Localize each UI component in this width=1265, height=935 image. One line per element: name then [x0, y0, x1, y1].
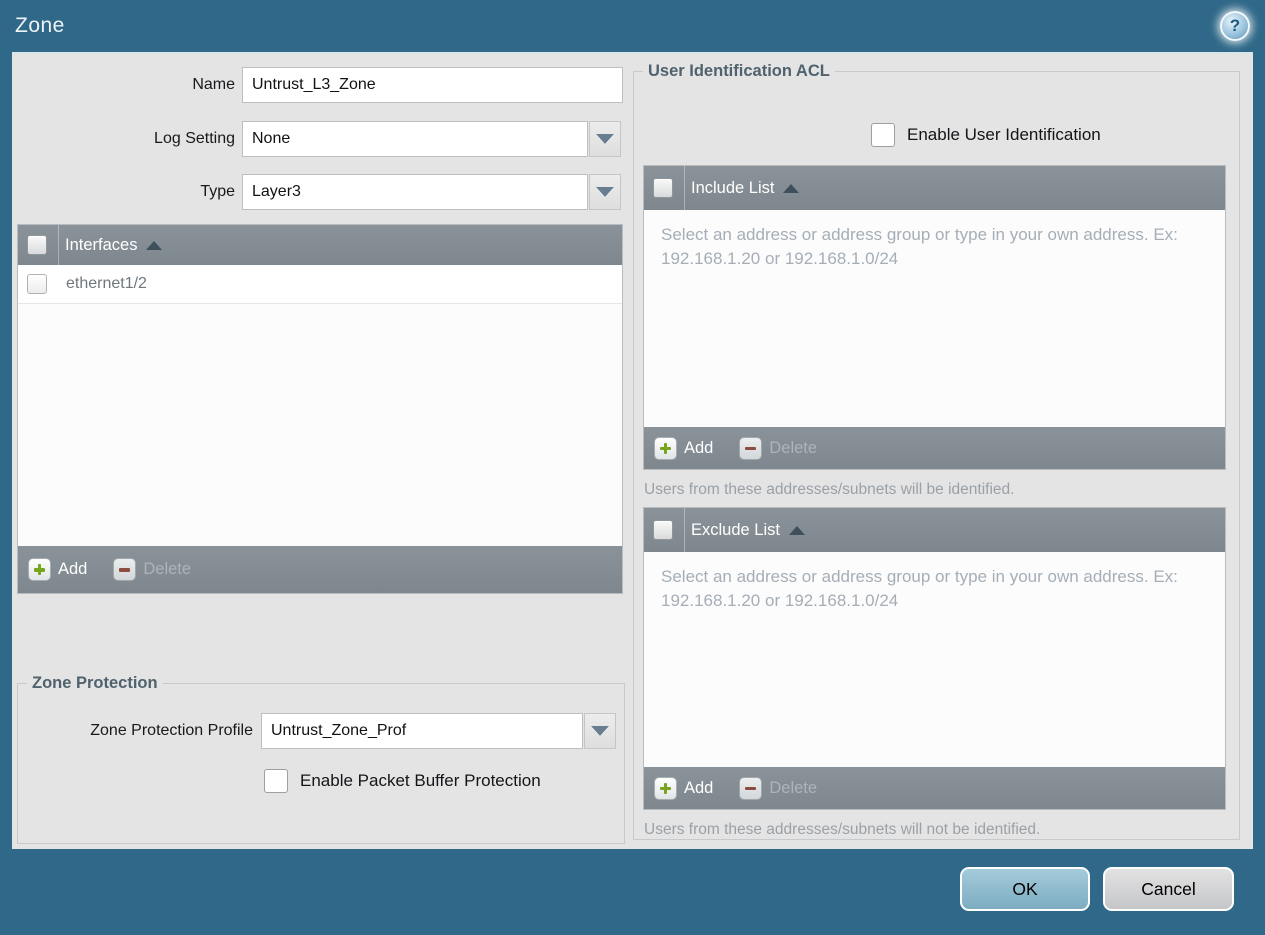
log-setting-value[interactable]: None: [242, 121, 588, 157]
ok-button[interactable]: OK: [960, 867, 1090, 911]
user-identification-acl-legend: User Identification ACL: [648, 62, 830, 80]
sort-ascending-icon[interactable]: [783, 183, 800, 193]
include-list-footer: Add Delete: [644, 427, 1225, 469]
header-divider: [58, 225, 59, 265]
delete-button[interactable]: Delete: [113, 558, 191, 581]
add-icon: [28, 558, 51, 581]
header-divider: [684, 508, 685, 552]
delete-button[interactable]: Delete: [739, 436, 818, 460]
interfaces-table-header: Interfaces: [18, 225, 622, 265]
interfaces-select-all-checkbox[interactable]: [27, 235, 47, 255]
packet-buffer-protection-row: Enable Packet Buffer Protection: [264, 769, 541, 793]
sort-ascending-icon[interactable]: [788, 525, 805, 535]
zone-protection-profile-dropdown-button[interactable]: [584, 713, 616, 749]
delete-icon: [113, 558, 137, 581]
zone-protection-profile-value[interactable]: Untrust_Zone_Prof: [261, 713, 583, 749]
exclude-list-column-header[interactable]: Exclude List: [691, 521, 780, 540]
row-checkbox[interactable]: [27, 274, 47, 294]
enable-user-identification-label: Enable User Identification: [907, 125, 1101, 144]
table-row[interactable]: ethernet1/2: [18, 265, 622, 304]
include-list-placeholder: Select an address or address group or ty…: [661, 225, 1178, 269]
header-divider: [684, 166, 685, 210]
chevron-down-icon: [596, 134, 614, 144]
delete-icon: [739, 436, 763, 460]
zone-protection-section: Zone Protection Zone Protection Profile …: [17, 674, 625, 844]
exclude-list-note: Users from these addresses/subnets will …: [644, 821, 1041, 838]
include-list-table: Include List Select an address or addres…: [643, 165, 1226, 470]
dialog-title: Zone: [15, 14, 65, 37]
add-button-label: Add: [58, 560, 88, 578]
packet-buffer-protection-checkbox[interactable]: [264, 769, 288, 793]
add-button[interactable]: Add: [654, 436, 714, 460]
user-identification-acl-section: User Identification ACL Enable User Iden…: [633, 62, 1240, 840]
delete-button[interactable]: Delete: [739, 776, 818, 800]
log-setting-select[interactable]: None: [242, 121, 621, 157]
exclude-list-header: Exclude List: [644, 508, 1225, 552]
add-button-label: Add: [684, 778, 714, 797]
exclude-list-table: Exclude List Select an address or addres…: [643, 507, 1226, 810]
include-list-body[interactable]: Select an address or address group or ty…: [644, 210, 1225, 427]
delete-icon: [739, 776, 763, 800]
name-input[interactable]: [242, 67, 623, 103]
enable-user-identification-row: Enable User Identification: [871, 123, 1101, 147]
zone-protection-profile-select[interactable]: Untrust_Zone_Prof: [261, 713, 616, 749]
cancel-button[interactable]: Cancel: [1103, 867, 1234, 911]
add-button[interactable]: Add: [654, 776, 714, 800]
include-list-header: Include List: [644, 166, 1225, 210]
sort-ascending-icon[interactable]: [146, 240, 163, 250]
type-label: Type: [200, 183, 235, 200]
exclude-select-all-checkbox[interactable]: [653, 520, 673, 540]
exclude-list-body[interactable]: Select an address or address group or ty…: [644, 552, 1225, 767]
name-label: Name: [192, 76, 235, 93]
delete-button-label: Delete: [769, 778, 818, 797]
chevron-down-icon: [596, 187, 614, 197]
dialog-titlebar: Zone: [0, 0, 1265, 52]
interface-name: ethernet1/2: [66, 275, 147, 292]
include-list-column-header[interactable]: Include List: [691, 179, 774, 198]
add-icon: [654, 436, 677, 460]
type-value[interactable]: Layer3: [242, 174, 588, 210]
zone-protection-profile-label: Zone Protection Profile: [90, 722, 253, 739]
type-dropdown-button[interactable]: [589, 174, 621, 210]
delete-button-label: Delete: [769, 438, 818, 457]
interfaces-table-body: ethernet1/2: [18, 265, 622, 546]
add-button-label: Add: [684, 438, 714, 457]
log-setting-label: Log Setting: [154, 130, 235, 147]
exclude-list-placeholder: Select an address or address group or ty…: [661, 567, 1178, 611]
interfaces-column-header[interactable]: Interfaces: [65, 236, 137, 255]
add-button[interactable]: Add: [28, 558, 87, 581]
help-icon[interactable]: ?: [1220, 11, 1250, 41]
add-icon: [654, 776, 677, 800]
enable-user-identification-checkbox[interactable]: [871, 123, 895, 147]
include-list-note: Users from these addresses/subnets will …: [644, 481, 1015, 498]
packet-buffer-protection-label: Enable Packet Buffer Protection: [300, 771, 541, 790]
interfaces-table-footer: Add Delete: [18, 546, 622, 593]
interfaces-table: Interfaces ethernet1/2 Add Delete: [17, 224, 623, 594]
type-select[interactable]: Layer3: [242, 174, 621, 210]
zone-protection-legend: Zone Protection: [32, 674, 158, 692]
log-setting-dropdown-button[interactable]: [589, 121, 621, 157]
delete-button-label: Delete: [143, 560, 192, 578]
exclude-list-footer: Add Delete: [644, 767, 1225, 809]
chevron-down-icon: [591, 726, 609, 736]
include-select-all-checkbox[interactable]: [653, 178, 673, 198]
zone-dialog-body: Name Log Setting None Type Layer3 Interf…: [12, 52, 1253, 849]
